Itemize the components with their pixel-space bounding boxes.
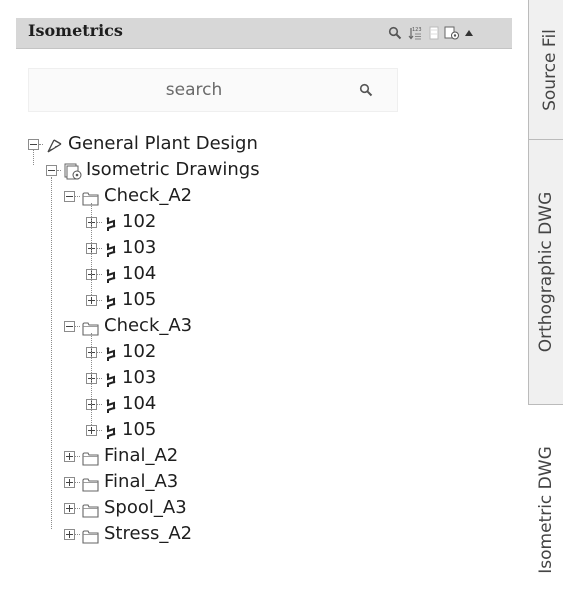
isometrics-panel: Isometrics 123 search General Plant Desi… — [16, 18, 512, 614]
tree-item-label: 105 — [122, 289, 157, 310]
svg-text:123: 123 — [412, 27, 422, 33]
side-tab-bar: Source Fil Orthographic DWG Isometric DW… — [528, 0, 563, 614]
tree-item-label: Isometric Drawings — [86, 159, 260, 180]
tree-item-label: 103 — [122, 237, 157, 258]
collapse-toggle-icon[interactable] — [28, 139, 39, 150]
tree-item-label: 102 — [122, 211, 157, 232]
tree-item-label: 103 — [122, 367, 157, 388]
isometric-line-icon — [104, 240, 118, 266]
folder-icon — [82, 526, 99, 552]
isometric-line-icon — [104, 266, 118, 292]
search-icon[interactable] — [359, 83, 373, 97]
tree-item-label: Check_A3 — [104, 315, 193, 336]
search-icon[interactable] — [388, 26, 402, 40]
tab-label: Source Fil — [540, 28, 561, 111]
collapse-toggle-icon[interactable] — [64, 191, 75, 202]
expand-toggle-icon[interactable] — [86, 295, 97, 306]
tab-isometric-dwg[interactable]: Isometric DWG — [528, 405, 563, 614]
isometric-line-icon — [104, 344, 118, 370]
tab-label: Orthographic DWG — [536, 191, 556, 353]
expand-toggle-icon[interactable] — [64, 503, 75, 514]
drawings-icon — [64, 162, 82, 188]
tree-item-label: Check_A2 — [104, 185, 193, 206]
tree-item-label: 104 — [122, 393, 157, 414]
isometric-line-icon — [104, 214, 118, 240]
tab-orthographic-dwg[interactable]: Orthographic DWG — [528, 140, 563, 405]
tab-label: Isometric DWG — [536, 445, 556, 574]
search-field — [28, 68, 399, 112]
tree-item-label: Final_A3 — [104, 471, 179, 492]
tree-item-label: Stress_A2 — [104, 523, 193, 544]
sort-icon[interactable]: 123 — [408, 26, 422, 40]
panel-title: Isometrics — [28, 21, 123, 40]
search-input[interactable] — [29, 69, 399, 111]
tree-item-label: Spool_A3 — [104, 497, 187, 518]
tree-item-label: 102 — [122, 341, 157, 362]
tree-item-label: General Plant Design — [68, 133, 258, 154]
collapse-arrow-icon[interactable] — [464, 26, 474, 40]
isometric-line-icon — [104, 396, 118, 422]
tree-item-label: 105 — [122, 419, 157, 440]
expand-toggle-icon[interactable] — [64, 529, 75, 540]
expand-toggle-icon[interactable] — [64, 451, 75, 462]
collapse-toggle-icon[interactable] — [46, 165, 57, 176]
folder-icon — [82, 500, 99, 526]
expand-toggle-icon[interactable] — [86, 425, 97, 436]
panel-header: Isometrics 123 — [16, 18, 512, 49]
expand-toggle-icon[interactable] — [64, 477, 75, 488]
folder-icon — [82, 448, 99, 474]
tab-source-files[interactable]: Source Fil — [528, 0, 563, 140]
tree-item-label: 104 — [122, 263, 157, 284]
tree-item-label: Final_A2 — [104, 445, 179, 466]
list-icon[interactable] — [428, 26, 440, 40]
folder-icon — [82, 474, 99, 500]
isometric-line-icon — [104, 370, 118, 396]
collapse-toggle-icon[interactable] — [64, 321, 75, 332]
settings-icon[interactable] — [444, 26, 460, 40]
project-icon — [46, 136, 64, 162]
